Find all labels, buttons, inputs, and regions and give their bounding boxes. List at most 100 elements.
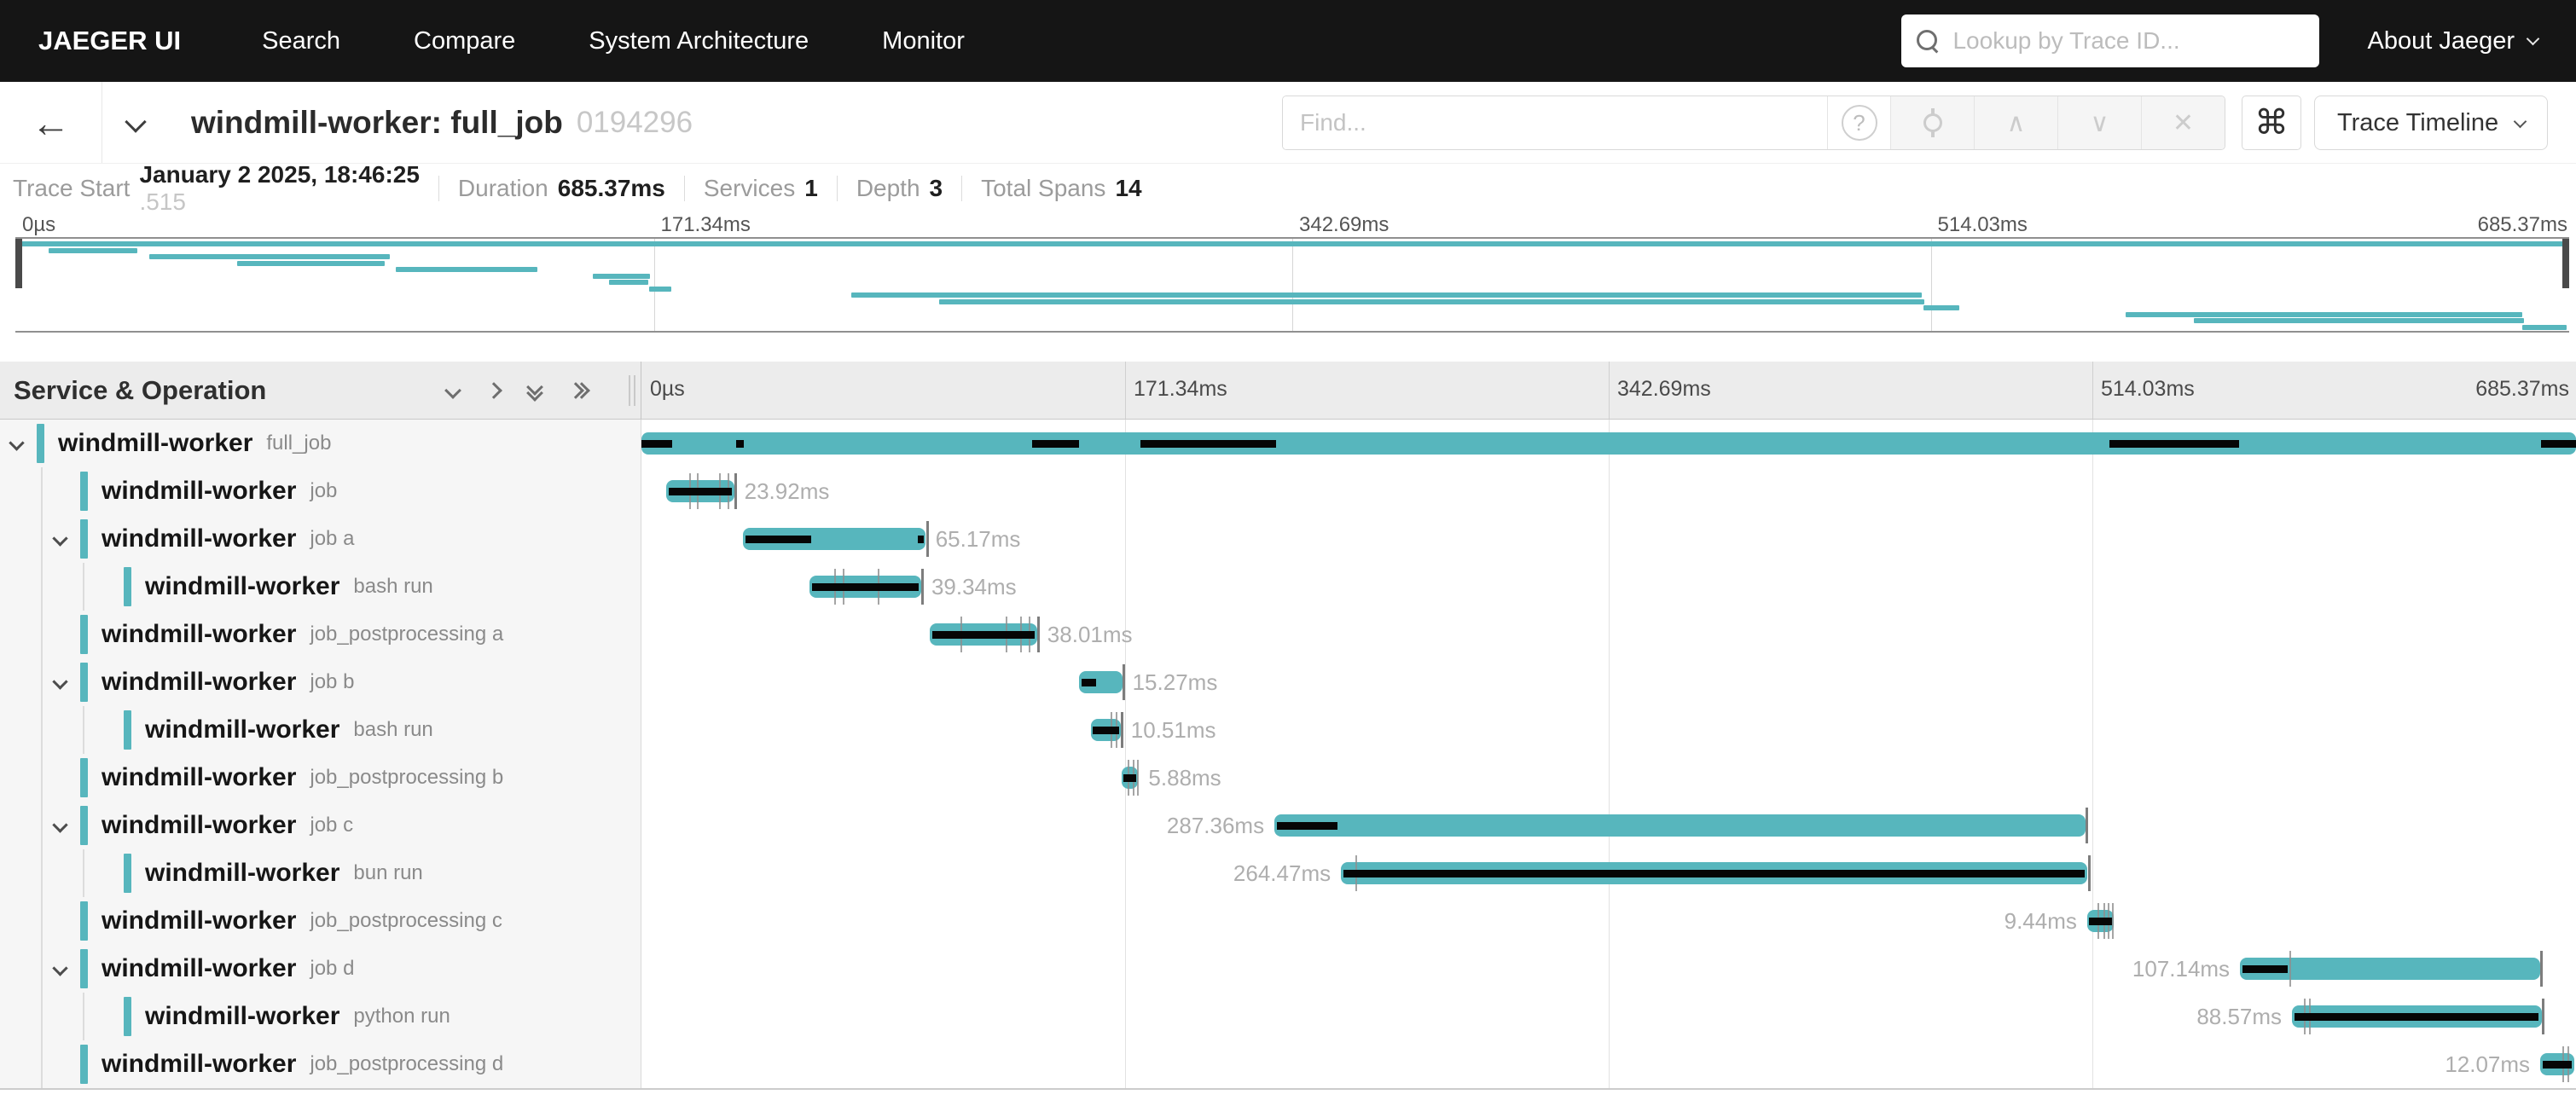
nav-item-monitor[interactable]: Monitor [882,27,965,55]
span-name-text: windmill-workerfull_job [58,420,331,467]
span-name-cell[interactable]: windmill-workerbun run [0,849,641,897]
row-collapse-chevron[interactable] [52,674,67,689]
span-bar[interactable] [641,432,2576,455]
span-name-cell[interactable]: windmill-worker bash run [0,563,641,611]
operation-name: bash run [353,575,432,599]
jaeger-logo[interactable]: JAEGER UI [38,26,181,56]
trace-id-search[interactable] [1901,14,2319,67]
minimap-tick-label: 342.69ms [1292,213,1389,237]
span-row: 65.17ms [641,515,2576,563]
back-button[interactable]: ← [0,82,102,163]
keyboard-shortcuts-button[interactable]: ⌘ [2242,96,2301,150]
operation-name: job [310,479,337,503]
find-input[interactable] [1283,96,1827,149]
span-name-cell[interactable]: windmill-workerjob_postprocessing b [0,754,641,802]
span-name-text: windmill-worker bash run [145,563,433,611]
row-collapse-chevron[interactable] [52,960,67,976]
minimap-left-scrubber[interactable] [15,239,22,288]
row-collapse-chevron[interactable] [52,817,67,832]
span-name-cell[interactable]: windmill-workerjob a [0,515,641,563]
span-name-cell[interactable]: windmill-workerbash run [0,706,641,754]
span-name-cell[interactable]: windmill-workerfull_job [0,420,641,467]
span-event-tick [2289,951,2291,987]
span-end-tick [1121,712,1123,748]
row-collapse-chevron[interactable] [9,435,24,450]
span-end-tick [734,473,737,509]
service-name: windmill-worker [145,715,339,744]
row-collapse-chevron[interactable] [52,530,67,546]
span-name-cell[interactable]: windmill-workerpython run [0,993,641,1040]
find-group: ? ∧ ∨ ✕ [1282,96,2225,150]
operation-name: job_postprocessing a [310,623,503,646]
span-end-tick [2540,951,2543,987]
service-color-bar [80,519,88,559]
span-row: 10.51ms [641,706,2576,754]
service-name: windmill-worker [145,572,339,601]
clear-find-button[interactable]: ✕ [2141,96,2225,149]
critical-path-segment [932,631,1035,639]
span-name-cell[interactable]: windmill-worker job [0,467,641,515]
minimap-span-bar [396,267,537,272]
span-name-cell[interactable]: windmill-workerjob b [0,658,641,706]
nav-item-compare[interactable]: Compare [414,27,515,55]
span-name-cell[interactable]: windmill-workerjob d [0,945,641,993]
span-name-text: windmill-workerbun run [145,849,423,897]
service-name: windmill-worker [145,859,339,888]
span-name-text: windmill-workerpython run [145,993,450,1040]
critical-path-segment [669,488,732,495]
span-row: 5.88ms [641,754,2576,802]
stat-value: 3 [930,175,943,202]
span-duration-label: 39.34ms [931,563,1017,611]
minimap-span-bar [15,241,2569,246]
service-name: windmill-worker [102,524,296,553]
service-name: windmill-worker [102,477,296,506]
minimap-tick-label: 0µs [15,213,55,237]
minimap-right-scrubber[interactable] [2562,239,2569,288]
collapse-trace-details-chevron[interactable] [125,111,146,132]
trace-stats-bar: Trace StartJanuary 2 2025, 18:46:25.515D… [0,164,2576,213]
minimap-span-bar [593,274,650,279]
span-name-text: windmill-workerjob_postprocessing c [102,897,502,945]
next-match-button[interactable]: ∨ [2057,96,2141,149]
service-color-bar [124,997,131,1036]
column-resize-handle[interactable] [625,375,635,406]
minimap-tick-label: 171.34ms [654,213,751,237]
trace-id-search-input[interactable] [1952,27,2306,55]
span-names-column: windmill-workerfull_jobwindmill-workerjo… [0,420,641,1088]
nav-item-system-architecture[interactable]: System Architecture [589,27,809,55]
span-name-cell[interactable]: windmill-workerjob_postprocessing d [0,1040,641,1088]
span-name-text: windmill-workerjob b [102,658,354,706]
service-name: windmill-worker [102,763,296,792]
span-name-cell[interactable]: windmill-workerjob_postprocessing c [0,897,641,945]
collapse-one-button[interactable] [447,385,459,397]
collapse-all-button[interactable] [529,381,541,399]
expand-all-button[interactable] [570,385,588,397]
span-bar[interactable] [1274,814,2086,837]
span-duration-label: 23.92ms [745,467,830,515]
about-jaeger-menu[interactable]: About Jaeger [2367,27,2538,55]
find-help-button[interactable]: ? [1827,96,1890,149]
service-name: windmill-worker [102,811,296,840]
trace-title-text: windmill-worker: full_job [191,105,563,141]
service-color-bar [37,424,44,463]
span-name-cell[interactable]: windmill-workerjob c [0,802,641,849]
back-arrow-icon: ← [32,100,71,146]
timeline-minimap[interactable] [15,237,2569,333]
prev-match-button[interactable]: ∧ [1974,96,2057,149]
span-name-cell[interactable]: windmill-workerjob_postprocessing a [0,611,641,658]
span-duration-label: 15.27ms [1133,658,1218,706]
nav-item-search[interactable]: Search [262,27,340,55]
minimap-span-bar [939,299,1924,304]
command-icon: ⌘ [2254,103,2289,142]
chevron-up-icon: ∧ [2007,108,2026,138]
span-row: 9.44ms [641,897,2576,945]
span-row: 39.34ms [641,563,2576,611]
span-duration-label: 65.17ms [936,515,1021,563]
focus-match-button[interactable] [1890,96,1974,149]
search-icon [1915,28,1941,54]
span-end-tick [2088,855,2091,891]
expand-one-button[interactable] [488,385,500,397]
trace-view-selector[interactable]: Trace Timeline [2314,96,2548,150]
crosshair-icon [1918,108,1947,137]
ruler-tick-label: 171.34ms [1125,377,1227,402]
